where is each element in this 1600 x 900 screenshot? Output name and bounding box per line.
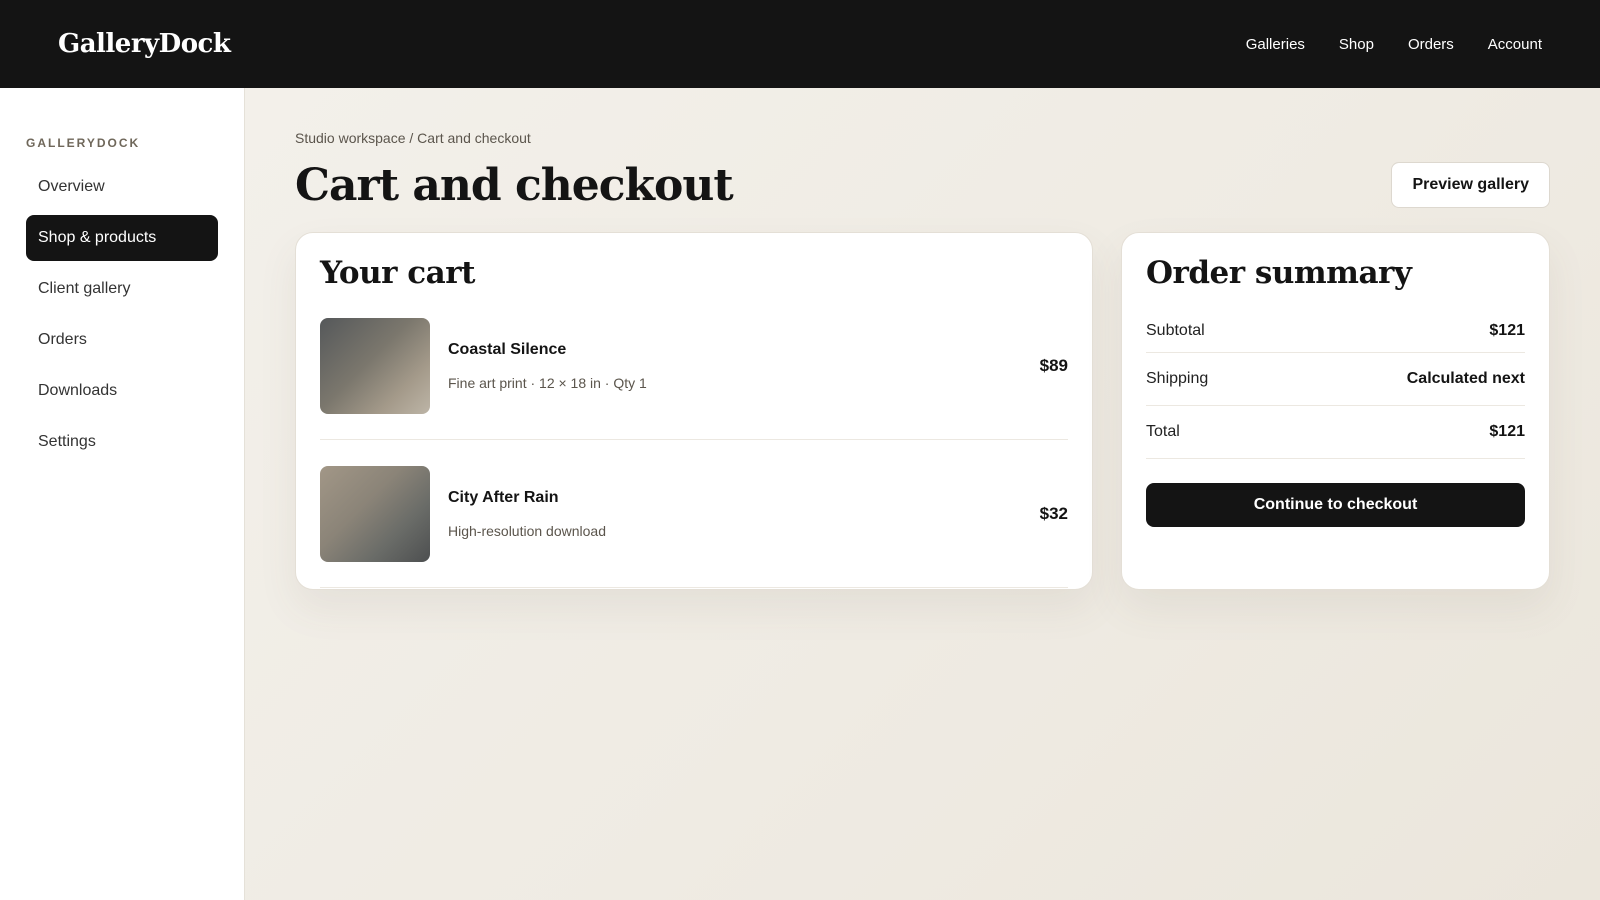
sidebar-item-overview[interactable]: Overview bbox=[26, 164, 218, 210]
item-meta: High-resolution download bbox=[448, 522, 606, 539]
sidebar-item-orders[interactable]: Orders bbox=[26, 317, 218, 363]
summary-label: Subtotal bbox=[1146, 321, 1205, 339]
item-meta: Fine art print · 12 × 18 in · Qty 1 bbox=[448, 374, 647, 391]
cards-row: Your cart Coastal Silence Fine art print… bbox=[295, 232, 1550, 590]
cart-item: Coastal Silence Fine art print · 12 × 18… bbox=[320, 309, 1068, 440]
item-info: Coastal Silence Fine art print · 12 × 18… bbox=[448, 341, 1040, 391]
sidebar-eyebrow: GALLERYDOCK bbox=[26, 136, 141, 150]
item-price: $89 bbox=[1039, 355, 1068, 375]
cart-item: City After Rain High-resolution download… bbox=[320, 457, 1068, 588]
summary-row-subtotal: Subtotal $121 bbox=[1146, 309, 1525, 353]
summary-value: $121 bbox=[1489, 423, 1525, 440]
item-name[interactable]: City After Rain bbox=[448, 489, 1040, 507]
product-thumbnail[interactable] bbox=[320, 317, 430, 414]
summary-label: Shipping bbox=[1146, 370, 1209, 387]
nav-link-shop[interactable]: Shop bbox=[1339, 36, 1374, 53]
title-row: Cart and checkout Preview gallery bbox=[295, 154, 1550, 216]
sidebar-item-shop-products[interactable]: Shop & products bbox=[26, 215, 218, 261]
item-info: City After Rain High-resolution download bbox=[448, 489, 1040, 539]
nav-link-galleries[interactable]: Galleries bbox=[1246, 36, 1305, 53]
breadcrumb: Studio workspace / Cart and checkout bbox=[295, 130, 531, 146]
sidebar: GALLERYDOCK Overview Shop & products Cli… bbox=[0, 88, 245, 900]
continue-to-checkout-button[interactable]: Continue to checkout bbox=[1146, 483, 1525, 527]
summary-label: Total bbox=[1146, 423, 1180, 440]
order-summary-card: Order summary Subtotal $121 Shipping Cal… bbox=[1121, 232, 1550, 590]
summary-row-shipping: Shipping Calculated next bbox=[1146, 353, 1525, 406]
main-content: Studio workspace / Cart and checkout Car… bbox=[245, 88, 1600, 900]
top-nav: Galleries Shop Orders Account bbox=[1246, 36, 1542, 53]
sidebar-item-settings[interactable]: Settings bbox=[26, 419, 218, 465]
cart-title: Your cart bbox=[320, 255, 475, 291]
item-price: $32 bbox=[1039, 503, 1068, 523]
nav-link-orders[interactable]: Orders bbox=[1408, 36, 1454, 53]
sidebar-item-downloads[interactable]: Downloads bbox=[26, 368, 218, 414]
summary-value: Calculated next bbox=[1406, 370, 1525, 387]
brand-logo[interactable]: GalleryDock bbox=[58, 29, 231, 59]
product-thumbnail[interactable] bbox=[320, 465, 430, 562]
nav-link-account[interactable]: Account bbox=[1488, 36, 1542, 53]
summary-title: Order summary bbox=[1146, 255, 1412, 291]
sidebar-item-client-gallery[interactable]: Client gallery bbox=[26, 266, 218, 312]
summary-value: $121 bbox=[1489, 321, 1525, 339]
cart-card: Your cart Coastal Silence Fine art print… bbox=[295, 232, 1093, 590]
summary-row-total: Total $121 bbox=[1146, 406, 1525, 459]
top-bar: GalleryDock Galleries Shop Orders Accoun… bbox=[0, 0, 1600, 88]
page-title: Cart and checkout bbox=[295, 159, 734, 211]
item-name[interactable]: Coastal Silence bbox=[448, 341, 1040, 359]
preview-gallery-button[interactable]: Preview gallery bbox=[1391, 162, 1550, 208]
